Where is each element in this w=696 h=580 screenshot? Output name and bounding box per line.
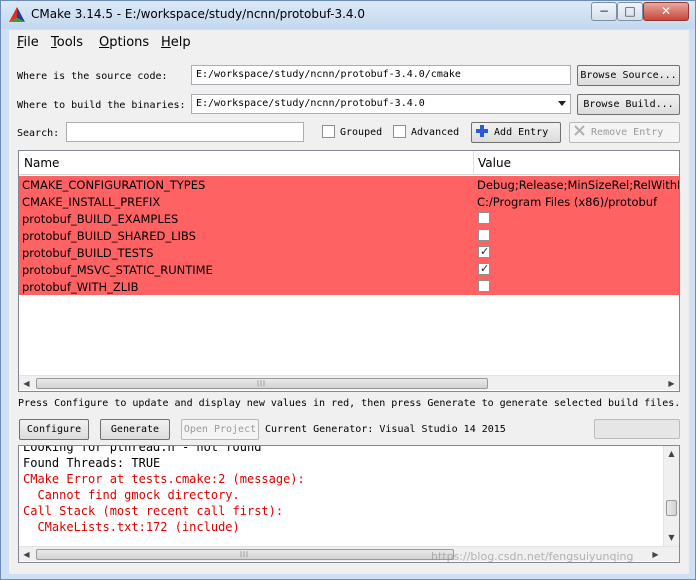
grouped-checkbox[interactable]	[322, 125, 335, 138]
advanced-checkbox[interactable]	[393, 125, 406, 138]
scroll-thumb[interactable]	[666, 500, 677, 516]
value-checkbox[interactable]	[478, 280, 490, 292]
scroll-left-icon[interactable]: ◀	[19, 547, 34, 562]
scroll-right-icon[interactable]: ▶	[664, 376, 679, 391]
log-line: Looking for pthread.h - not found	[23, 445, 262, 454]
close-button[interactable]: ✕	[643, 2, 689, 21]
browse-build-button[interactable]: Browse Build...	[577, 94, 680, 115]
advanced-label: Advanced	[411, 127, 460, 138]
window-title: CMake 3.14.5 - E:/workspace/study/ncnn/p…	[31, 7, 365, 21]
value-checkbox[interactable]: ✓	[478, 262, 490, 275]
column-header-name[interactable]: Name	[24, 156, 59, 170]
menu-file[interactable]: File	[17, 35, 39, 50]
column-divider[interactable]	[473, 151, 474, 175]
grouped-label: Grouped	[340, 127, 383, 138]
table-horizontal-scrollbar[interactable]: ◀ ||| ▶	[19, 375, 679, 390]
menu-tools[interactable]: Tools	[51, 35, 83, 50]
add-entry-label: Add Entry	[494, 127, 549, 138]
output-vertical-scrollbar[interactable]: ▲ ▼	[663, 446, 679, 546]
cmake-logo-icon	[9, 7, 25, 22]
configure-button[interactable]: Configure	[19, 419, 89, 440]
grip-icon: |||	[240, 551, 250, 558]
cache-table: Name Value CMAKE_CONFIGURATION_TYPES Debu…	[18, 150, 680, 392]
menu-bar: File Tools Options Help	[9, 30, 689, 54]
log-line: Cannot find gmock directory.	[23, 488, 240, 502]
scroll-up-icon[interactable]: ▲	[664, 446, 679, 461]
build-label: Where to build the binaries:	[17, 100, 186, 111]
title-bar[interactable]: CMake 3.14.5 - E:/workspace/study/ncnn/p…	[1, 1, 695, 29]
plus-icon	[476, 125, 488, 137]
source-path-field[interactable]: E:/workspace/study/ncnn/protobuf-3.4.0/c…	[191, 65, 571, 85]
row-name: protobuf_BUILD_SHARED_LIBS	[22, 229, 196, 243]
table-header: Name Value	[19, 151, 679, 175]
cmake-window: CMake 3.14.5 - E:/workspace/study/ncnn/p…	[0, 0, 696, 580]
scroll-thumb[interactable]: |||	[36, 549, 454, 560]
log-line: CMakeLists.txt:172 (include)	[23, 520, 240, 534]
x-icon	[574, 125, 585, 136]
grip-icon: |||	[257, 380, 267, 387]
row-name: protobuf_WITH_ZLIB	[22, 280, 139, 294]
log-line: Call Stack (most recent call first):	[23, 504, 284, 518]
menu-help[interactable]: Help	[161, 35, 191, 50]
open-project-button[interactable]: Open Project	[181, 419, 259, 440]
remove-entry-button[interactable]: Remove Entry	[569, 122, 680, 143]
remove-entry-label: Remove Entry	[591, 127, 664, 138]
main-panel: File Tools Options Help Where is the sou…	[9, 30, 689, 574]
generate-button[interactable]: Generate	[100, 419, 170, 440]
build-path-value: E:/workspace/study/ncnn/protobuf-3.4.0	[196, 98, 425, 109]
column-header-value[interactable]: Value	[478, 156, 511, 170]
checkmark-icon: ✓	[480, 245, 490, 258]
add-entry-button[interactable]: Add Entry	[471, 122, 561, 143]
row-name: protobuf_BUILD_EXAMPLES	[22, 212, 179, 226]
log-line: CMake Error at tests.cmake:2 (message):	[23, 472, 305, 486]
maximize-button[interactable]: □	[617, 2, 643, 21]
table-row[interactable]: protobuf_MSVC_STATIC_RUNTIME ✓	[19, 261, 679, 278]
table-row[interactable]: protobuf_BUILD_EXAMPLES	[19, 210, 679, 227]
log-line: Found Threads: TRUE	[23, 456, 161, 470]
search-label: Search:	[17, 128, 60, 139]
table-row[interactable]: CMAKE_CONFIGURATION_TYPES Debug;Release;M…	[19, 176, 679, 193]
source-label: Where is the source code:	[17, 71, 168, 82]
minimize-button[interactable]: −	[591, 2, 617, 21]
table-row[interactable]: CMAKE_INSTALL_PREFIX C:/Program Files (x8…	[19, 193, 679, 210]
value-checkbox[interactable]: ✓	[478, 245, 490, 258]
table-row[interactable]: protobuf_WITH_ZLIB	[19, 278, 679, 295]
dropdown-arrow-icon[interactable]	[558, 101, 566, 106]
watermark-text: https://blog.csdn.net/fengsuiyunqing	[431, 550, 634, 563]
browse-source-button[interactable]: Browse Source...	[577, 65, 680, 86]
row-name: CMAKE_INSTALL_PREFIX	[22, 195, 161, 209]
search-input[interactable]	[66, 122, 304, 142]
menu-options[interactable]: Options	[99, 35, 149, 50]
row-value[interactable]: Debug;Release;MinSizeRel;RelWithDebInfo	[477, 178, 679, 192]
scroll-down-icon[interactable]: ▼	[664, 530, 679, 545]
table-row[interactable]: protobuf_BUILD_TESTS ✓	[19, 244, 679, 261]
hint-text: Press Configure to update and display ne…	[18, 398, 681, 409]
checkmark-icon: ✓	[480, 262, 490, 275]
build-path-combo[interactable]: E:/workspace/study/ncnn/protobuf-3.4.0	[191, 94, 571, 114]
table-row[interactable]: protobuf_BUILD_SHARED_LIBS	[19, 227, 679, 244]
scroll-right-icon[interactable]: ▶	[648, 547, 663, 562]
row-name: protobuf_BUILD_TESTS	[22, 246, 154, 260]
value-checkbox[interactable]	[478, 212, 490, 224]
scroll-left-icon[interactable]: ◀	[19, 376, 34, 391]
current-generator-label: Current Generator: Visual Studio 14 2015	[265, 424, 506, 435]
output-log[interactable]: Looking for pthread.h - not found Found T…	[18, 445, 680, 563]
row-name: CMAKE_CONFIGURATION_TYPES	[22, 178, 206, 192]
row-value[interactable]: C:/Program Files (x86)/protobuf	[477, 195, 679, 209]
progress-bar	[594, 419, 680, 439]
row-name: protobuf_MSVC_STATIC_RUNTIME	[22, 263, 213, 277]
value-checkbox[interactable]	[478, 229, 490, 241]
scroll-thumb[interactable]: |||	[36, 378, 488, 389]
